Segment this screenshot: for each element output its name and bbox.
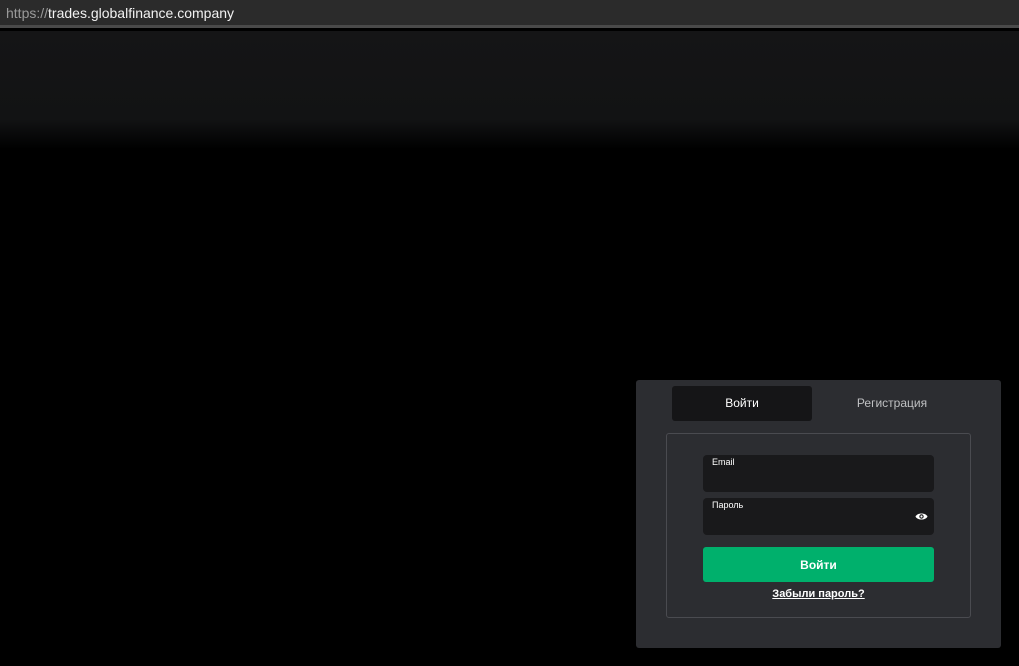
email-input[interactable]: [712, 470, 912, 488]
url-host: trades.globalfinance.company: [48, 5, 235, 21]
password-input[interactable]: [712, 513, 912, 531]
password-label: Пароль: [712, 500, 744, 510]
page-header-band: [0, 31, 1019, 149]
tab-register[interactable]: Регистрация: [822, 386, 962, 421]
email-label: Email: [712, 457, 735, 467]
url-scheme: https://: [6, 5, 49, 21]
password-field[interactable]: Пароль: [703, 498, 934, 535]
auth-tabs: Войти Регистрация: [672, 386, 962, 421]
email-field[interactable]: Email: [703, 455, 934, 492]
browser-address-bar[interactable]: https://trades.globalfinance.company: [0, 0, 1019, 28]
login-button[interactable]: Войти: [703, 547, 934, 582]
auth-panel: Войти Регистрация Email Пароль Войти Заб…: [636, 380, 1001, 648]
forgot-password-link[interactable]: Забыли пароль?: [667, 588, 970, 600]
eye-icon[interactable]: [915, 511, 928, 522]
url-text[interactable]: https://trades.globalfinance.company: [6, 5, 234, 21]
login-form: Email Пароль Войти Забыли пароль?: [666, 433, 971, 618]
tab-login[interactable]: Войти: [672, 386, 812, 421]
